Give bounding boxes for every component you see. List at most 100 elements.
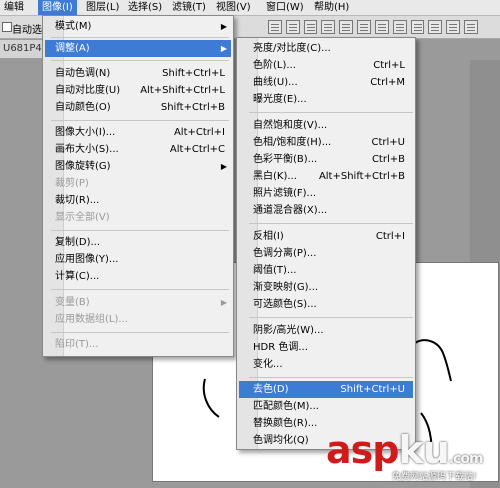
menu-item-shortcut: Ctrl+I bbox=[375, 231, 405, 242]
menu-item-label: 替换颜色(R)... bbox=[253, 418, 318, 429]
distribute-top-icon[interactable] bbox=[374, 20, 389, 34]
watermark-brand-red: asp bbox=[326, 428, 399, 472]
menu-item-brightness-contrast[interactable]: 亮度/对比度(C)... bbox=[239, 40, 413, 57]
distribute-hcenter-icon[interactable] bbox=[446, 20, 461, 34]
menu-item-match-color[interactable]: 匹配颜色(M)... bbox=[239, 398, 413, 415]
menu-item-trim[interactable]: 裁切(R)... bbox=[45, 192, 231, 209]
menu-item-label: 调整(A) bbox=[55, 43, 90, 54]
distribute-left-icon[interactable] bbox=[428, 20, 443, 34]
menu-item-hue-saturation[interactable]: 色相/饱和度(H)... Ctrl+U bbox=[239, 134, 413, 151]
distribute-bottom-icon[interactable] bbox=[410, 20, 425, 34]
menu-separator bbox=[51, 37, 229, 38]
menu-item-channel-mixer[interactable]: 通道混合器(X)... bbox=[239, 202, 413, 219]
menu-item-label: 色相/饱和度(H)... bbox=[253, 137, 332, 148]
menu-item-label: 计算(C)... bbox=[55, 271, 100, 282]
menu-item-label: 应用数据组(L)... bbox=[55, 314, 128, 325]
align-left-icon[interactable] bbox=[321, 20, 336, 34]
watermark-brand: aspku.com bbox=[326, 428, 484, 472]
menu-item-curves[interactable]: 曲线(U)... Ctrl+M bbox=[239, 74, 413, 91]
image-menu: 模式(M) ▶ 调整(A) ▶ 自动色调(N) Shift+Ctrl+L 自动对… bbox=[42, 15, 234, 357]
menu-item-variables: 变量(B) ▶ bbox=[45, 294, 231, 311]
menu-item-label: 曝光度(E)... bbox=[253, 94, 307, 105]
menu-item-duplicate[interactable]: 复制(D)... bbox=[45, 234, 231, 251]
menu-item-apply-image[interactable]: 应用图像(Y)... bbox=[45, 251, 231, 268]
watermark-brand-white: ku bbox=[398, 428, 449, 472]
menu-item-shortcut: Alt+Shift+Ctrl+L bbox=[140, 85, 225, 96]
menu-item-label: 曲线(U)... bbox=[253, 77, 298, 88]
menu-separator bbox=[51, 120, 229, 121]
menu-separator bbox=[249, 112, 413, 113]
menu-item-auto-color[interactable]: 自动颜色(O) Shift+Ctrl+B bbox=[45, 99, 231, 116]
menu-item-label: 自动颜色(O) bbox=[55, 102, 111, 113]
menu-item-desaturate[interactable]: 去色(D) Shift+Ctrl+U bbox=[239, 381, 413, 398]
menu-item-adjust[interactable]: 调整(A) ▶ bbox=[45, 40, 231, 57]
menu-help[interactable]: 帮助(H) bbox=[310, 0, 353, 15]
menu-item-shortcut: Ctrl+B bbox=[371, 154, 405, 165]
menu-item-color-balance[interactable]: 色彩平衡(B)... Ctrl+B bbox=[239, 151, 413, 168]
submenu-arrow-icon: ▶ bbox=[220, 44, 227, 53]
menu-item-label: 阴影/高光(W)... bbox=[253, 325, 324, 336]
menu-image[interactable]: 图像(I) bbox=[38, 0, 77, 15]
menu-item-label: 裁切(R)... bbox=[55, 195, 100, 206]
menu-item-label: 色彩平衡(B)... bbox=[253, 154, 318, 165]
menu-item-label: 自然饱和度(V)... bbox=[253, 120, 328, 131]
menu-item-shortcut: Ctrl+L bbox=[373, 60, 405, 71]
menu-item-hdr-toning[interactable]: HDR 色调... bbox=[239, 339, 413, 356]
menu-item-image-rotation[interactable]: 图像旋转(G) ▶ bbox=[45, 158, 231, 175]
distribute-vcenter-icon[interactable] bbox=[392, 20, 407, 34]
align-bottom-icon[interactable] bbox=[303, 20, 318, 34]
menu-item-label: 变化... bbox=[253, 359, 283, 370]
menu-item-label: 模式(M) bbox=[55, 21, 92, 32]
menu-item-black-white[interactable]: 黑白(K)... Alt+Shift+Ctrl+B bbox=[239, 168, 413, 185]
align-vcenter-icon[interactable] bbox=[285, 20, 300, 34]
menu-item-image-size[interactable]: 图像大小(I)... Alt+Ctrl+I bbox=[45, 124, 231, 141]
menu-layer[interactable]: 图层(L) bbox=[82, 0, 123, 15]
align-top-icon[interactable] bbox=[268, 20, 282, 34]
menu-separator bbox=[249, 317, 413, 318]
menu-item-posterize[interactable]: 色调分离(P)... bbox=[239, 245, 413, 262]
menu-item-levels[interactable]: 色阶(L)... Ctrl+L bbox=[239, 57, 413, 74]
menu-item-label: 图像大小(I)... bbox=[55, 127, 116, 138]
menu-edit[interactable]: 编辑 bbox=[0, 0, 28, 15]
menu-item-canvas-size[interactable]: 画布大小(S)... Alt+Ctrl+C bbox=[45, 141, 231, 158]
align-right-icon[interactable] bbox=[357, 20, 371, 34]
submenu-arrow-icon: ▶ bbox=[220, 162, 227, 171]
menu-item-calculations[interactable]: 计算(C)... bbox=[45, 268, 231, 285]
menu-filter[interactable]: 滤镜(T) bbox=[168, 0, 210, 15]
menu-separator bbox=[51, 332, 229, 333]
menu-select[interactable]: 选择(S) bbox=[124, 0, 166, 15]
menu-item-auto-contrast[interactable]: 自动对比度(U) Alt+Shift+Ctrl+L bbox=[45, 82, 231, 99]
menu-item-label: 自动色调(N) bbox=[55, 68, 111, 79]
watermark-subtitle: 免费网站源码下载站! bbox=[392, 472, 477, 482]
menu-item-invert[interactable]: 反相(I) Ctrl+I bbox=[239, 228, 413, 245]
menu-item-vibrance[interactable]: 自然饱和度(V)... bbox=[239, 117, 413, 134]
menu-item-apply-data-set: 应用数据组(L)... bbox=[45, 311, 231, 328]
menu-item-label: 照片滤镜(F)... bbox=[253, 188, 317, 199]
menu-item-threshold[interactable]: 阈值(T)... bbox=[239, 262, 413, 279]
menu-separator bbox=[249, 377, 413, 378]
menu-item-reveal-all: 显示全部(V) bbox=[45, 209, 231, 226]
menu-item-label: 显示全部(V) bbox=[55, 212, 110, 223]
distribute-right-icon[interactable] bbox=[464, 20, 478, 34]
menu-item-photo-filter[interactable]: 照片滤镜(F)... bbox=[239, 185, 413, 202]
menu-item-label: 裁剪(P) bbox=[55, 178, 89, 189]
menu-item-mode[interactable]: 模式(M) ▶ bbox=[45, 18, 231, 35]
menu-item-selective-color[interactable]: 可选颜色(S)... bbox=[239, 296, 413, 313]
menu-window[interactable]: 窗口(W) bbox=[262, 0, 308, 15]
menu-item-auto-tone[interactable]: 自动色调(N) Shift+Ctrl+L bbox=[45, 65, 231, 82]
watermark-suffix: .com bbox=[448, 451, 484, 467]
menu-item-label: 去色(D) bbox=[253, 384, 289, 395]
align-buttons bbox=[268, 20, 478, 34]
menu-view[interactable]: 视图(V) bbox=[212, 0, 255, 15]
menu-item-exposure[interactable]: 曝光度(E)... bbox=[239, 91, 413, 108]
menu-item-variations[interactable]: 变化... bbox=[239, 356, 413, 373]
menu-item-label: 色调均化(Q) bbox=[253, 435, 309, 446]
auto-select-checkbox[interactable] bbox=[2, 22, 12, 32]
align-hcenter-icon[interactable] bbox=[339, 20, 354, 34]
menu-item-gradient-map[interactable]: 渐变映射(G)... bbox=[239, 279, 413, 296]
watermark-logo: aspku.com 免费网站源码下载站! bbox=[326, 428, 498, 486]
menu-item-label: 自动对比度(U) bbox=[55, 85, 121, 96]
menu-item-label: 复制(D)... bbox=[55, 237, 101, 248]
menu-separator bbox=[51, 289, 229, 290]
menu-item-shadows-highlights[interactable]: 阴影/高光(W)... bbox=[239, 322, 413, 339]
